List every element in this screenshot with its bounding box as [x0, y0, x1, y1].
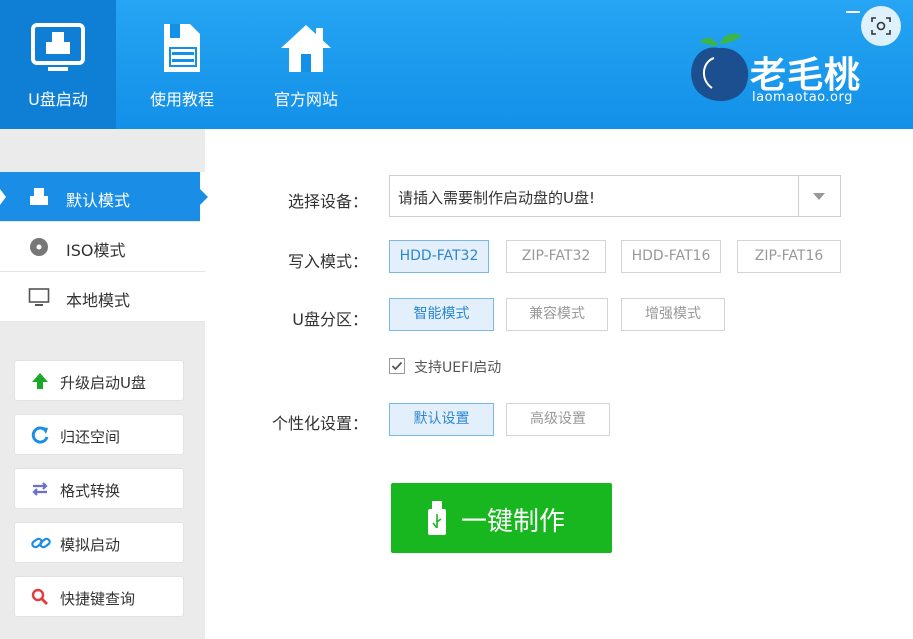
- nav-official-site[interactable]: 官方网站: [248, 0, 364, 129]
- hotkey-query-label: 快捷键查询: [60, 590, 136, 608]
- settings-default[interactable]: 默认设置: [389, 403, 494, 436]
- mode-default[interactable]: 默认模式: [0, 172, 208, 222]
- arrow-up-icon: [31, 372, 49, 394]
- search-icon: [31, 588, 49, 610]
- format-convert-label: 格式转换: [60, 482, 121, 500]
- simulate-boot-label: 模拟启动: [60, 536, 121, 554]
- hotkey-query-button[interactable]: 快捷键查询: [14, 576, 184, 617]
- refresh-icon: [31, 426, 49, 448]
- restore-space-button[interactable]: 归还空间: [14, 414, 184, 455]
- write-mode-hdd-fat32[interactable]: HDD-FAT32: [389, 240, 489, 273]
- swap-icon: [31, 480, 49, 502]
- device-label: 选择设备：: [287, 192, 368, 211]
- write-mode-zip-fat16[interactable]: ZIP-FAT16: [737, 240, 841, 273]
- usb-drive-icon: [28, 187, 50, 211]
- monitor-icon: [30, 22, 86, 78]
- partition-enhanced[interactable]: 增强模式: [621, 298, 725, 331]
- write-mode-label: 写入模式：: [287, 252, 368, 271]
- document-icon: [160, 22, 204, 78]
- home-icon: [278, 22, 334, 78]
- device-select[interactable]: 请插入需要制作启动盘的U盘!: [389, 175, 841, 217]
- nav-tutorial[interactable]: 使用教程: [124, 0, 240, 129]
- write-mode-hdd-fat16[interactable]: HDD-FAT16: [621, 240, 721, 273]
- upgrade-usb-label: 升级启动U盘: [60, 374, 146, 392]
- write-mode-zip-fat32[interactable]: ZIP-FAT32: [506, 240, 606, 273]
- chevron-down-icon[interactable]: [798, 176, 840, 216]
- nav-usb-boot-label: U盘启动: [28, 90, 88, 109]
- monitor-icon: [28, 287, 50, 311]
- usb-stick-icon: [427, 501, 447, 539]
- check-icon: [391, 361, 403, 371]
- minimize-button[interactable]: [846, 11, 860, 13]
- device-select-value: 请插入需要制作启动盘的U盘!: [398, 189, 595, 207]
- personal-settings-label: 个性化设置：: [271, 414, 368, 433]
- nav-official-site-label: 官方网站: [273, 90, 338, 109]
- brand-site: laomaotao.org: [752, 90, 853, 105]
- mode-iso[interactable]: ISO模式: [0, 222, 205, 272]
- nav-usb-boot[interactable]: U盘启动: [0, 0, 116, 129]
- link-icon: [31, 534, 51, 556]
- partition-label: U盘分区：: [292, 310, 368, 329]
- format-convert-button[interactable]: 格式转换: [14, 468, 184, 509]
- restore-space-label: 归还空间: [60, 428, 121, 446]
- uefi-checkbox-label: 支持UEFI启动: [414, 360, 502, 376]
- settings-advanced[interactable]: 高级设置: [506, 403, 610, 436]
- upgrade-usb-button[interactable]: 升级启动U盘: [14, 360, 184, 401]
- mode-default-label: 默认模式: [66, 191, 131, 210]
- app-header: U盘启动 使用教程 官方网站 老毛桃 laomaotao.org: [0, 0, 913, 129]
- mode-local[interactable]: 本地模式: [0, 272, 205, 322]
- uefi-checkbox-box[interactable]: [389, 358, 405, 374]
- one-click-make-label: 一键制作: [461, 507, 566, 537]
- partition-compatible[interactable]: 兼容模式: [506, 298, 608, 331]
- disc-icon: [28, 237, 50, 261]
- lens-icon: [871, 17, 891, 35]
- nav-tutorial-label: 使用教程: [149, 90, 214, 109]
- mode-list: 默认模式 ISO模式 本地模式: [0, 172, 208, 322]
- active-indicator: [0, 189, 6, 205]
- sidebar: 默认模式 ISO模式 本地模式 升级启动U盘 归还空间 格式转换 模拟启动 快捷…: [0, 129, 208, 639]
- lens-button[interactable]: [861, 6, 901, 46]
- simulate-boot-button[interactable]: 模拟启动: [14, 522, 184, 563]
- mode-iso-label: ISO模式: [66, 241, 126, 260]
- mode-local-label: 本地模式: [66, 291, 131, 310]
- one-click-make-button[interactable]: 一键制作: [391, 483, 612, 553]
- partition-smart[interactable]: 智能模式: [389, 298, 494, 331]
